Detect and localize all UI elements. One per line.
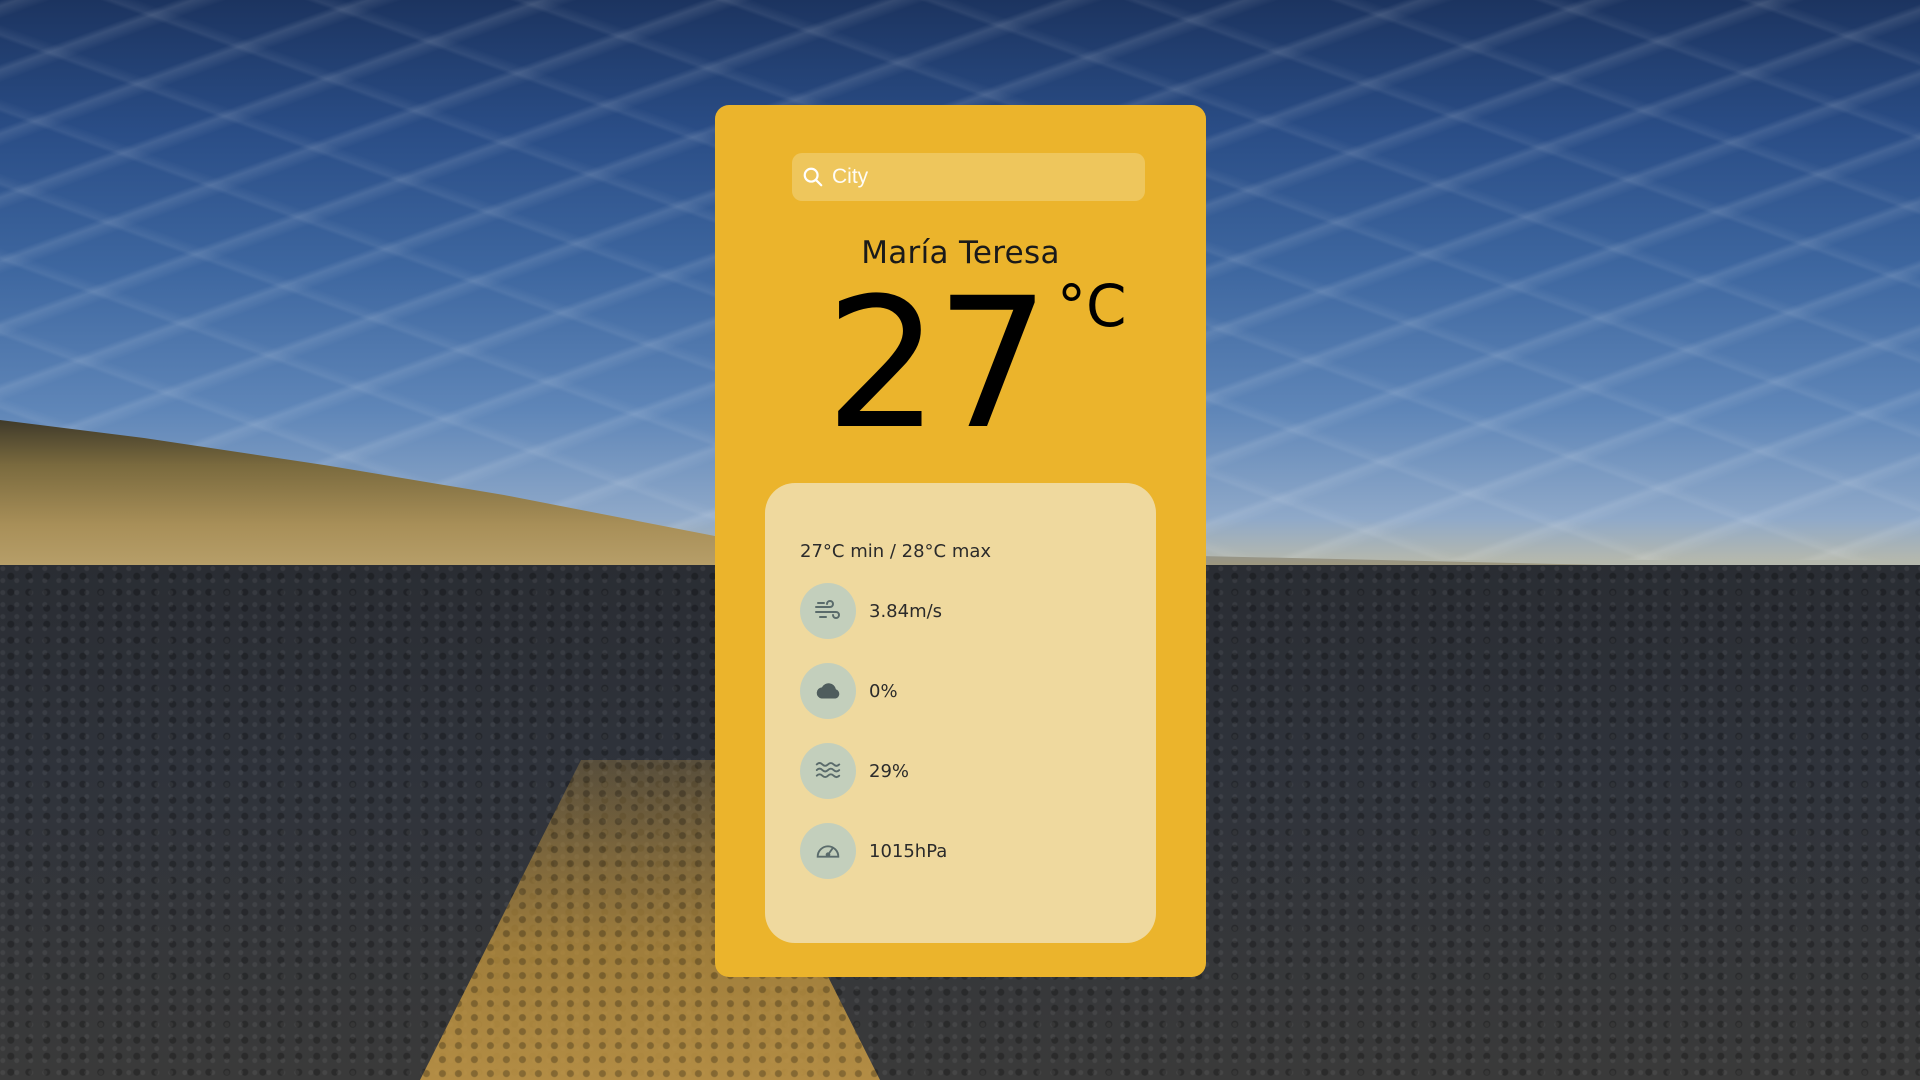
min-max-temperature: 27°C min / 28°C max (800, 541, 992, 562)
temperature-unit: °C (1057, 272, 1127, 340)
cloudiness: 0% (869, 680, 898, 702)
humidity: 29% (869, 760, 910, 782)
weather-card: María Teresa 27 °C 27°C min / 28°C max 3… (715, 105, 1206, 977)
temperature-value: 27 (825, 260, 1050, 469)
search-icon[interactable] (800, 164, 826, 190)
wind-speed: 3.84m/s (869, 600, 943, 622)
wind-icon (800, 583, 856, 639)
cloud-icon (800, 663, 856, 719)
pressure: 1015hPa (869, 840, 948, 862)
weather-details-panel: 27°C min / 28°C max 3.84m/s 0% 29% 1015h… (765, 483, 1156, 943)
wind-row: 3.84m/s (800, 583, 942, 639)
pressure-row: 1015hPa (800, 823, 947, 879)
humidity-row: 29% (800, 743, 909, 799)
cloudiness-row: 0% (800, 663, 898, 719)
city-search-input[interactable] (830, 164, 1134, 190)
search-bar[interactable] (792, 153, 1145, 201)
pressure-gauge-icon (800, 823, 856, 879)
humidity-icon (800, 743, 856, 799)
